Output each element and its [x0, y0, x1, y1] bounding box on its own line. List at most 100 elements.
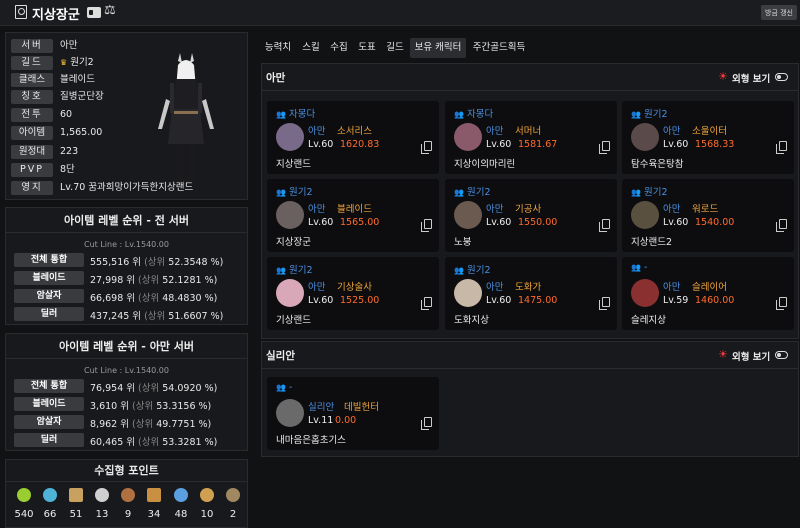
people-icon: 👥	[276, 266, 286, 275]
character-item-level: 1581.67	[518, 139, 558, 150]
tab-characters[interactable]: 보유 캐릭터	[410, 38, 466, 58]
people-icon: 👥	[631, 263, 641, 272]
character-face	[276, 279, 304, 307]
profile-value[interactable]: 원기2	[70, 57, 94, 68]
collection-count: 13	[95, 509, 109, 520]
profile-value: 60	[60, 109, 73, 120]
profile-label: 전투	[11, 108, 53, 122]
rank-panel-all: 아이템 레벨 순위 - 전 서버 Cut Line : Lv.1540.00 전…	[5, 207, 248, 325]
rank-row: 블레이드 3,610 위 (상위 53.3156 %)	[6, 396, 247, 412]
people-icon: 👥	[454, 110, 464, 119]
guild-name: 원기2	[466, 187, 491, 198]
collection-title: 수집형 포인트	[6, 460, 247, 482]
tab-chart[interactable]: 도표	[355, 38, 379, 58]
copy-icon[interactable]	[599, 219, 610, 232]
rank-row: 전체 통합 555,516 위 (상위 52.3548 %)	[6, 252, 247, 268]
character-card[interactable]: 👥 원기2 아만 기공사 Lv.60 1550.00 노붕	[445, 179, 617, 252]
copy-icon[interactable]	[776, 219, 787, 232]
appearance-toggle[interactable]	[775, 351, 788, 359]
tab-weekly-gold[interactable]: 주간골드획득	[469, 38, 529, 58]
character-item-level: 1540.00	[695, 217, 735, 228]
copy-icon[interactable]	[776, 297, 787, 310]
rank-paren: (상위	[138, 383, 160, 394]
character-level: Lv.60	[486, 217, 512, 228]
guild-name: -	[643, 262, 648, 273]
tab-collection[interactable]: 수집	[327, 38, 351, 58]
giant-heart-icon	[95, 488, 109, 502]
server-name: 아만	[266, 72, 286, 84]
character-card[interactable]: 👥 원기2 아만 블레이드 Lv.60 1565.00 지상장군	[267, 179, 439, 252]
profile-panel: 서버 아만 길드 ♛ 원기2 클래스 블레이드 칭호 질병군단장 전투 60 아…	[5, 32, 248, 200]
copy-icon[interactable]	[421, 141, 432, 154]
character-card[interactable]: 👥 자몽다 아만 소서리스 Lv.60 1620.83 지상랜드	[267, 101, 439, 174]
character-level: Lv.59	[663, 295, 689, 306]
profile-label: 클래스	[11, 73, 53, 87]
character-item-level: 1565.00	[340, 217, 380, 228]
character-server: 아만	[663, 126, 681, 137]
rank-category: 딜러	[14, 307, 84, 321]
rank-category: 전체 통합	[14, 253, 84, 267]
copy-icon[interactable]	[599, 141, 610, 154]
character-server: 아만	[663, 204, 681, 215]
rank-percent: 53.3156 %)	[156, 401, 212, 412]
copy-icon[interactable]	[421, 417, 432, 430]
bookmark-icon[interactable]	[15, 5, 27, 19]
rank-percent: 51.6607 %)	[168, 311, 224, 322]
collection-count: 34	[147, 509, 161, 520]
tab-guild[interactable]: 길드	[383, 38, 407, 58]
copy-icon[interactable]	[776, 141, 787, 154]
appearance-label: 외형 보기	[732, 352, 771, 363]
character-item-level: 1475.00	[518, 295, 558, 306]
character-face	[454, 279, 482, 307]
character-item-level: 0.00	[335, 415, 357, 426]
rank-number: 555,516 위	[90, 257, 142, 268]
character-name: 지상랜드2	[631, 237, 673, 248]
appearance-toggle[interactable]	[775, 73, 788, 81]
character-level: Lv.60	[663, 139, 689, 150]
collection-item[interactable]: 66	[38, 488, 62, 520]
collection-item[interactable]: 34	[142, 488, 166, 520]
character-level: Lv.60	[663, 217, 689, 228]
copy-icon[interactable]	[421, 297, 432, 310]
guild-name: -	[288, 382, 293, 393]
scale-icon[interactable]: ⚖	[104, 3, 116, 19]
collection-count: 10	[200, 509, 214, 520]
character-class: 서머너	[515, 126, 542, 137]
collection-item[interactable]: 51	[64, 488, 88, 520]
character-level: Lv.60	[486, 295, 512, 306]
collection-item[interactable]: 540	[12, 488, 36, 520]
rank-category: 딜러	[14, 433, 84, 447]
character-card[interactable]: 👥 원기2 아만 워로드 Lv.60 1540.00 지상랜드2	[622, 179, 794, 252]
tab-stats[interactable]: 능력치	[261, 38, 295, 58]
server-header: 실리안 ☀ 외형 보기	[262, 342, 798, 369]
collection-item[interactable]: 2	[221, 488, 245, 520]
profile-label: 서버	[11, 39, 53, 53]
character-card[interactable]: 👥 원기2 아만 기상술사 Lv.60 1525.00 기상랜드	[267, 257, 439, 330]
guild-name: 원기2	[643, 187, 668, 198]
id-card-icon[interactable]	[87, 7, 101, 18]
collection-item[interactable]: 10	[195, 488, 219, 520]
mokoko-seed-icon	[17, 488, 31, 502]
tab-skills[interactable]: 스킬	[299, 38, 323, 58]
character-title: 지상장군	[32, 8, 80, 23]
character-face	[454, 123, 482, 151]
profile-label: 칭호	[11, 90, 53, 104]
copy-icon[interactable]	[599, 297, 610, 310]
character-card[interactable]: 👥 자몽다 아만 서머너 Lv.60 1581.67 지상이의마리린	[445, 101, 617, 174]
profile-value: 아만	[60, 40, 78, 51]
server-name: 실리안	[266, 350, 295, 362]
character-card[interactable]: 👥 원기2 아만 도화가 Lv.60 1475.00 도화지상	[445, 257, 617, 330]
collection-item[interactable]: 13	[90, 488, 114, 520]
sun-icon: ☀	[718, 70, 728, 83]
character-card[interactable]: 👥 - 아만 슬레이어 Lv.59 1460.00 슬레지상	[622, 257, 794, 330]
rank-row: 딜러 60,465 위 (상위 53.3281 %)	[6, 432, 247, 448]
refresh-button[interactable]: 방금 갱신	[761, 5, 797, 20]
character-card[interactable]: 👥 - 실리안 데빌헌터 Lv.11 0.00 내마음은홈초기스	[267, 377, 439, 450]
collection-item[interactable]: 48	[169, 488, 193, 520]
copy-icon[interactable]	[421, 219, 432, 232]
character-server: 아만	[486, 126, 504, 137]
character-server: 아만	[486, 282, 504, 293]
character-card[interactable]: 👥 원기2 아만 소울이터 Lv.60 1568.33 탐수육은탕참	[622, 101, 794, 174]
rank-number: 66,698 위	[90, 293, 136, 304]
collection-item[interactable]: 9	[116, 488, 140, 520]
